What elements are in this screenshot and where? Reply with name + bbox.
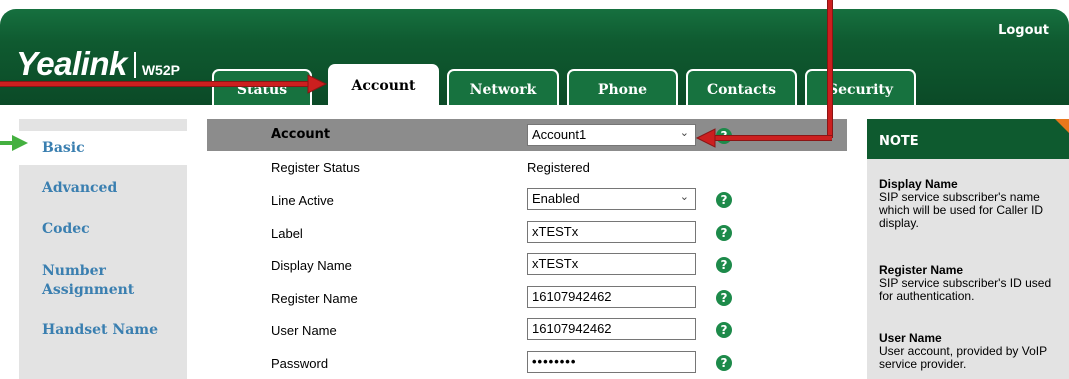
sidebar-item-basic[interactable]: Basic [19,131,187,165]
sidebar: Basic Advanced Codec Number Assignment H… [19,119,187,379]
chevron-down-icon: ⌄ [679,191,689,203]
user-name-input[interactable]: 16107942462 [527,318,696,340]
register-status-label: Register Status [271,160,360,175]
question-circle-icon[interactable]: ? [716,225,732,241]
display-name-input[interactable]: xTESTx [527,253,696,275]
sidebar-item-handset-name[interactable]: Handset Name [19,321,187,340]
logo-model: W52P [141,62,180,78]
label-label: Label [271,226,303,241]
note-title: NOTE [879,134,919,149]
sidebar-item-number-assignment[interactable]: Number Assignment [19,262,149,300]
note-entry-text: SIP service subscriber's ID used for aut… [879,276,1052,303]
note-entry-text: SIP service subscriber's name which will… [879,190,1044,230]
account-select-value: Account1 [532,127,587,142]
account-row: Account Account1 ⌄ ? [207,119,847,151]
note-entry-user-name: User Name User account, provided by VoIP… [879,332,1067,371]
question-circle-icon[interactable]: ? [716,257,732,273]
note-entry-register-name: Register Name SIP service subscriber's I… [879,264,1067,303]
register-name-input[interactable]: 16107942462 [527,286,696,308]
tab-security[interactable]: Security [805,69,916,105]
logo-word: Yealink [16,45,127,82]
question-circle-icon[interactable]: ? [716,322,732,338]
tab-phone[interactable]: Phone [567,69,678,105]
question-circle-icon[interactable]: ? [716,355,732,371]
register-name-label: Register Name [271,291,358,306]
user-name-label: User Name [271,323,337,338]
note-header: NOTE [867,119,1069,159]
sidebar-item-advanced[interactable]: Advanced [19,179,187,198]
tab-contacts[interactable]: Contacts [686,69,797,105]
logout-link[interactable]: Logout [998,23,1049,38]
tab-status[interactable]: Status [212,69,312,105]
question-circle-icon[interactable]: ? [716,128,732,144]
note-corner [1055,119,1069,133]
question-circle-icon[interactable]: ? [716,192,732,208]
note-panel: NOTE Display Name SIP service subscriber… [867,119,1069,379]
line-active-value: Enabled [532,191,580,206]
note-entry-display-name: Display Name SIP service subscriber's na… [879,178,1067,230]
chevron-down-icon: ⌄ [679,127,689,139]
password-label: Password [271,356,329,371]
register-status-value: Registered [527,160,590,175]
sidebar-item-codec[interactable]: Codec [19,220,187,239]
tab-account[interactable]: Account [328,64,439,106]
account-form: Account Account1 ⌄ ? Register Status Reg… [207,119,847,379]
account-select[interactable]: Account1 ⌄ [527,124,696,146]
note-entry-text: User account, provided by VoIP service p… [879,344,1047,371]
label-input[interactable]: xTESTx [527,221,696,243]
yealink-logo: Yealink W52P [16,47,180,81]
tab-network[interactable]: Network [447,69,559,105]
logo-separator [133,52,136,78]
display-name-label: Display Name [271,258,352,273]
password-input[interactable]: •••••••• [527,351,696,373]
account-label: Account [271,127,331,142]
question-circle-icon[interactable]: ? [716,290,732,306]
line-active-select[interactable]: Enabled ⌄ [527,188,696,210]
line-active-label: Line Active [271,193,334,208]
